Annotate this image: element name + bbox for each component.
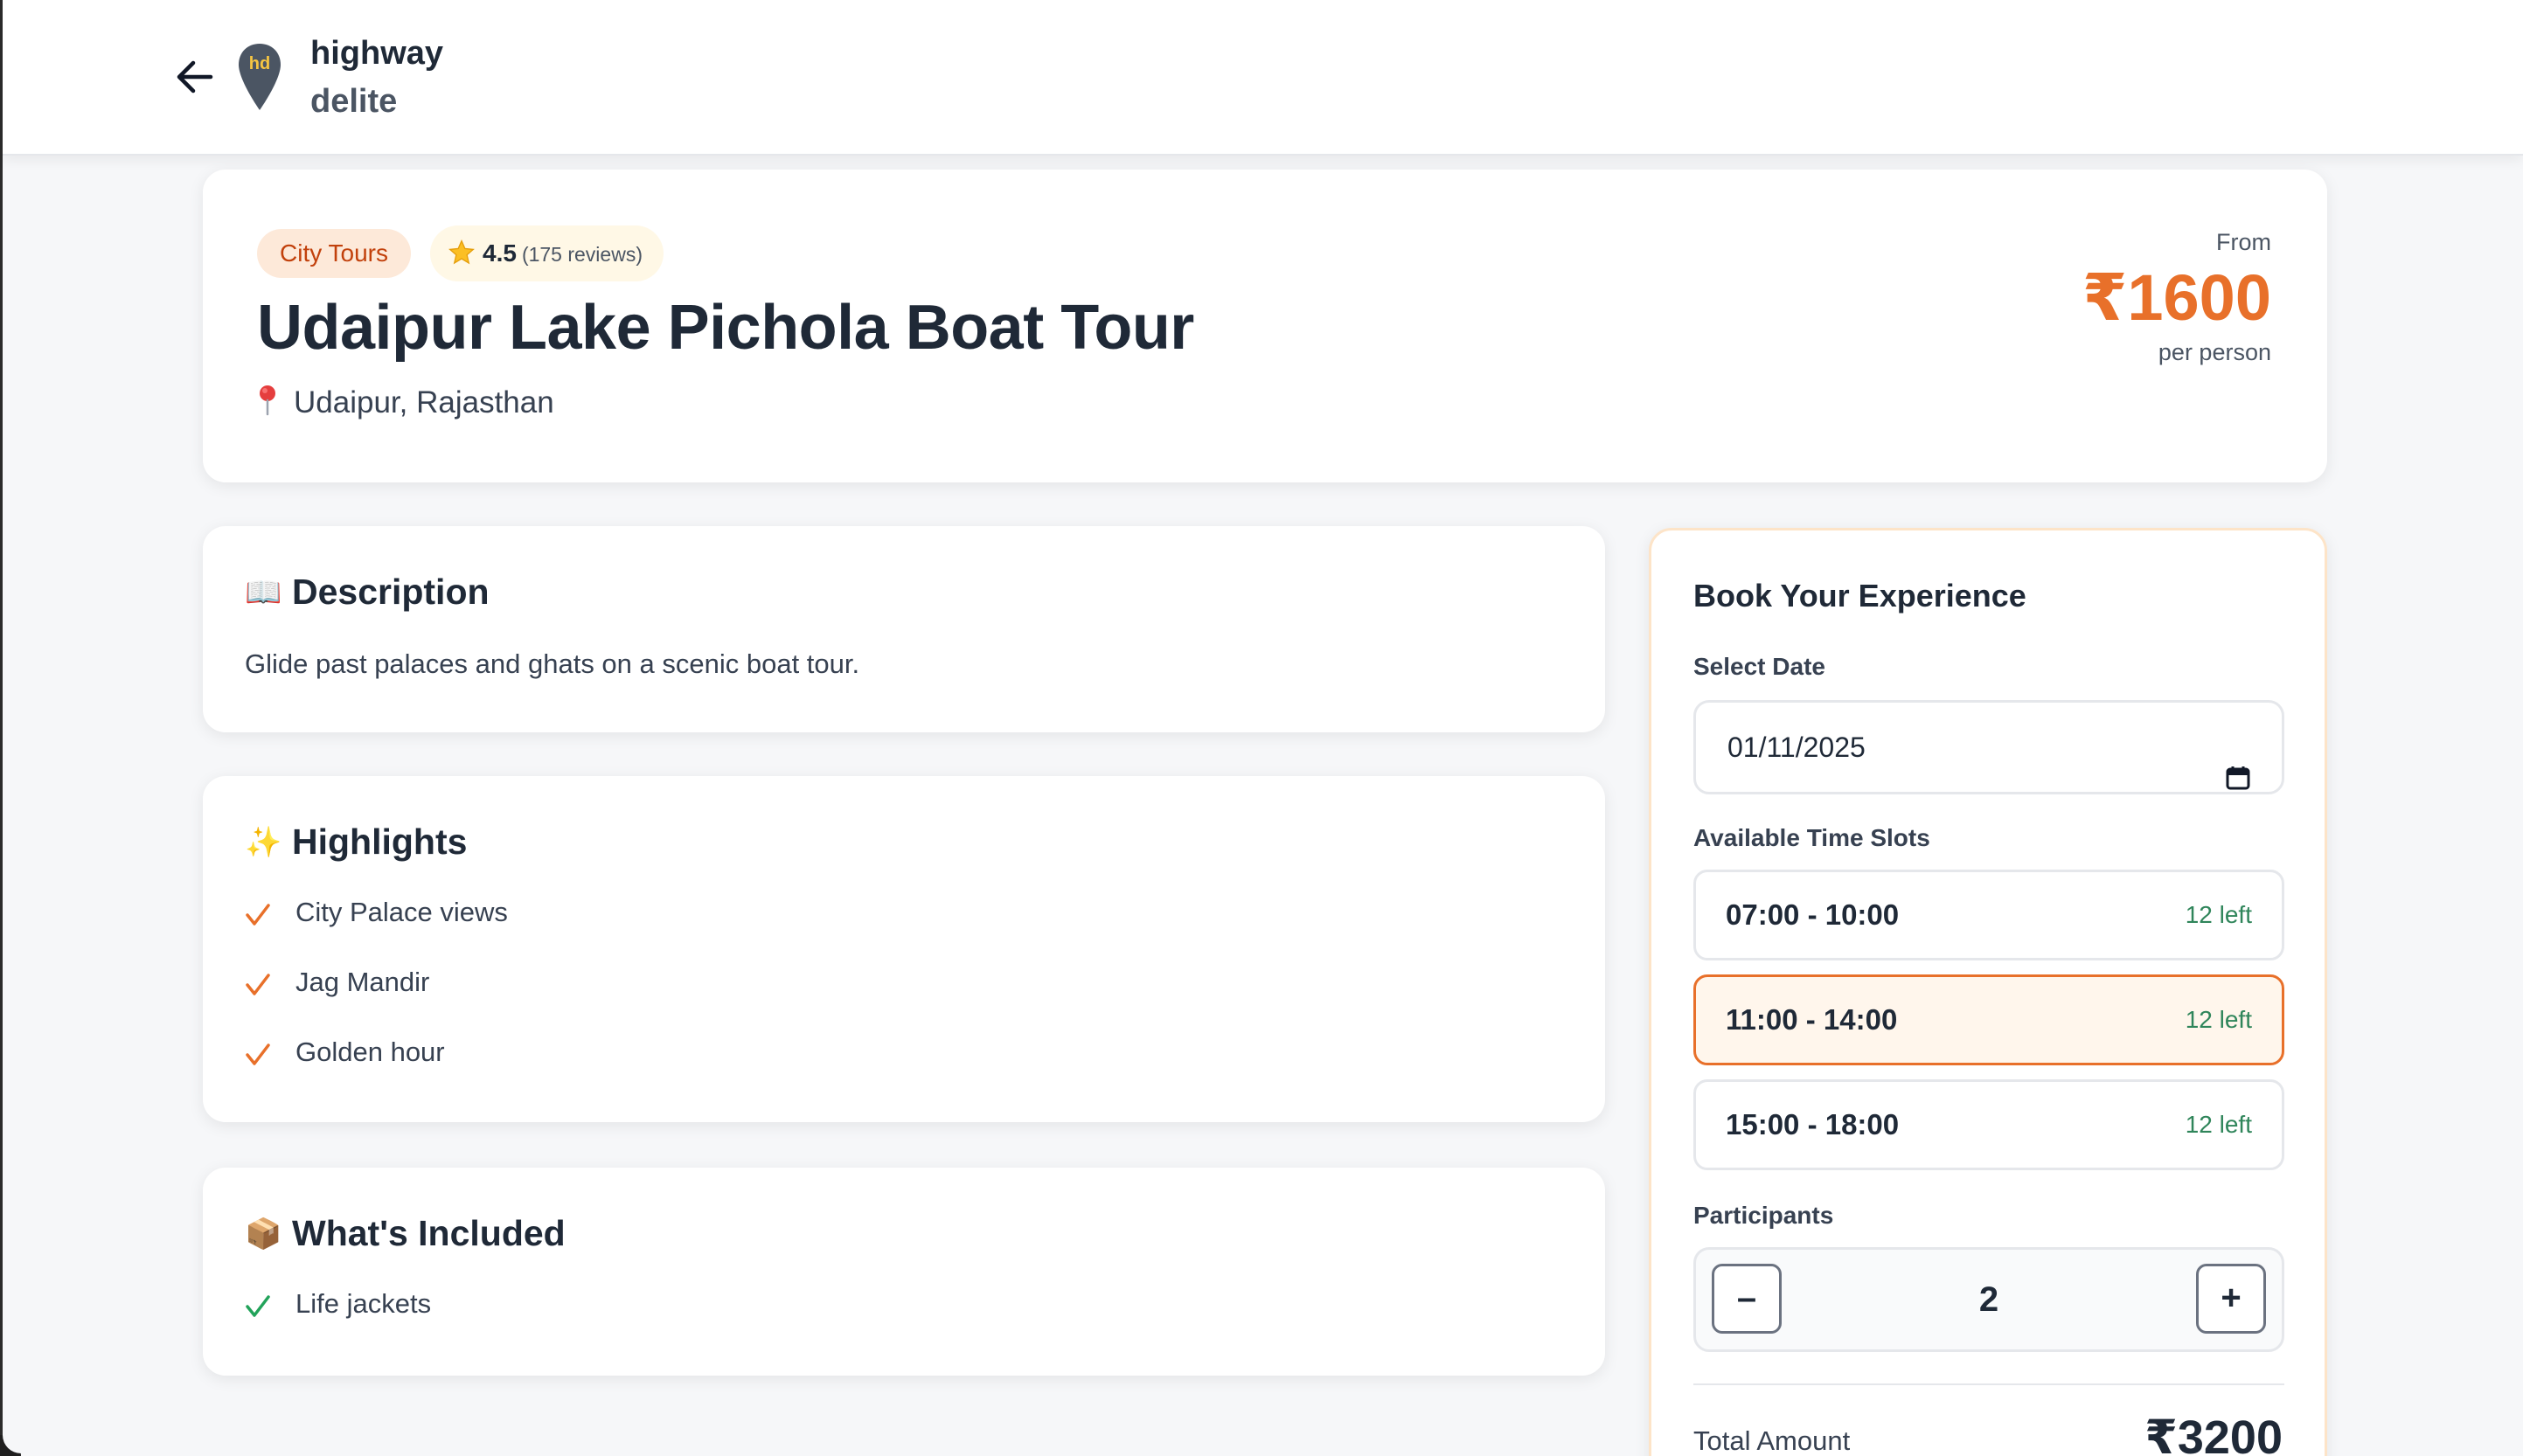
highlights-heading-text: Highlights (292, 822, 468, 862)
participants-stepper: – 2 + (1693, 1247, 2284, 1352)
list-item: Jag Mandir (245, 967, 429, 998)
location-pin-icon (257, 385, 278, 416)
rating-value: 4.5 (483, 239, 517, 267)
logo-mark-text: hd (249, 54, 270, 73)
rating-badge: 4.5 (175 reviews) (430, 225, 664, 281)
highlights-heading: ✨ Highlights (245, 822, 467, 863)
date-input[interactable]: 01/11/2025 (1693, 700, 2284, 794)
increase-participants-button[interactable]: + (2196, 1264, 2266, 1334)
brand-line-2: delite (310, 83, 398, 120)
included-card: 📦 What's Included Life jackets (203, 1168, 1605, 1376)
date-value: 01/11/2025 (1727, 731, 1866, 763)
top-navbar: hd highway delite (3, 0, 2523, 156)
booking-title: Book Your Experience (1693, 578, 2026, 614)
brand-logo-pin-icon[interactable]: hd (237, 42, 282, 112)
highlight-text: Jag Mandir (295, 967, 430, 997)
slot-availability: 12 left (2185, 901, 2252, 928)
orange-check-icon (245, 972, 271, 998)
orange-check-icon (245, 902, 271, 928)
category-badge: City Tours (257, 229, 411, 278)
slot-availability: 12 left (2185, 1111, 2252, 1138)
slot-time: 07:00 - 10:00 (1726, 898, 1900, 931)
slot-time: 11:00 - 14:00 (1726, 1003, 1898, 1036)
list-item: Golden hour (245, 1037, 445, 1068)
tour-location: Udaipur, Rajasthan (257, 385, 554, 420)
tour-title: Udaipur Lake Pichola Boat Tour (257, 293, 1194, 363)
highlight-text: Golden hour (295, 1037, 445, 1067)
included-heading: 📦 What's Included (245, 1213, 566, 1254)
price-from-label: From (2216, 229, 2271, 255)
total-amount: ₹3200 (2144, 1411, 2283, 1456)
participants-label: Participants (1693, 1202, 1834, 1229)
brand-line-1: highway (310, 35, 444, 72)
green-check-icon (245, 1293, 271, 1320)
included-text: Life jackets (295, 1288, 432, 1319)
window-edge (0, 0, 3, 1456)
description-heading: 📖 Description (245, 572, 490, 613)
total-label: Total Amount (1693, 1425, 1851, 1456)
orange-check-icon (245, 1042, 271, 1068)
calendar-icon[interactable] (2226, 736, 2250, 790)
time-slot-0700[interactable]: 07:00 - 10:00 12 left (1693, 870, 2284, 960)
time-slot-1500[interactable]: 15:00 - 18:00 12 left (1693, 1079, 2284, 1170)
included-heading-text: What's Included (292, 1213, 566, 1253)
participants-count: 2 (1978, 1280, 1999, 1319)
booking-panel: Book Your Experience Select Date 01/11/2… (1649, 528, 2327, 1456)
tour-summary-card: City Tours 4.5 (175 reviews) Udaipur Lake… (203, 170, 2327, 482)
back-arrow-icon[interactable] (174, 58, 216, 96)
window-corner (0, 1435, 21, 1456)
list-item: City Palace views (245, 897, 508, 928)
book-icon: 📖 (245, 576, 282, 609)
time-slots-label: Available Time Slots (1693, 824, 1930, 851)
divider (1693, 1383, 2284, 1385)
price-unit: per person (2158, 339, 2271, 365)
price-value: ₹1600 (2082, 261, 2271, 334)
star-icon (448, 235, 476, 265)
description-heading-text: Description (292, 572, 490, 612)
time-slot-1100-selected[interactable]: 11:00 - 14:00 12 left (1693, 974, 2284, 1065)
date-label: Select Date (1693, 653, 1825, 680)
brand-wordmark[interactable]: highway delite (310, 30, 443, 126)
highlight-text: City Palace views (295, 897, 508, 927)
slot-time: 15:00 - 18:00 (1726, 1108, 1900, 1141)
description-text: Glide past palaces and ghats on a scenic… (245, 648, 860, 679)
package-icon: 📦 (245, 1217, 282, 1251)
sparkles-icon: ✨ (245, 826, 282, 859)
list-item: Life jackets (245, 1288, 431, 1320)
slot-availability: 12 left (2185, 1006, 2252, 1033)
highlights-card: ✨ Highlights City Palace views Jag Mandir… (203, 776, 1605, 1122)
location-text: Udaipur, Rajasthan (294, 385, 554, 419)
description-card: 📖 Description Glide past palaces and ghat… (203, 526, 1605, 732)
review-count: (175 reviews) (521, 243, 643, 266)
